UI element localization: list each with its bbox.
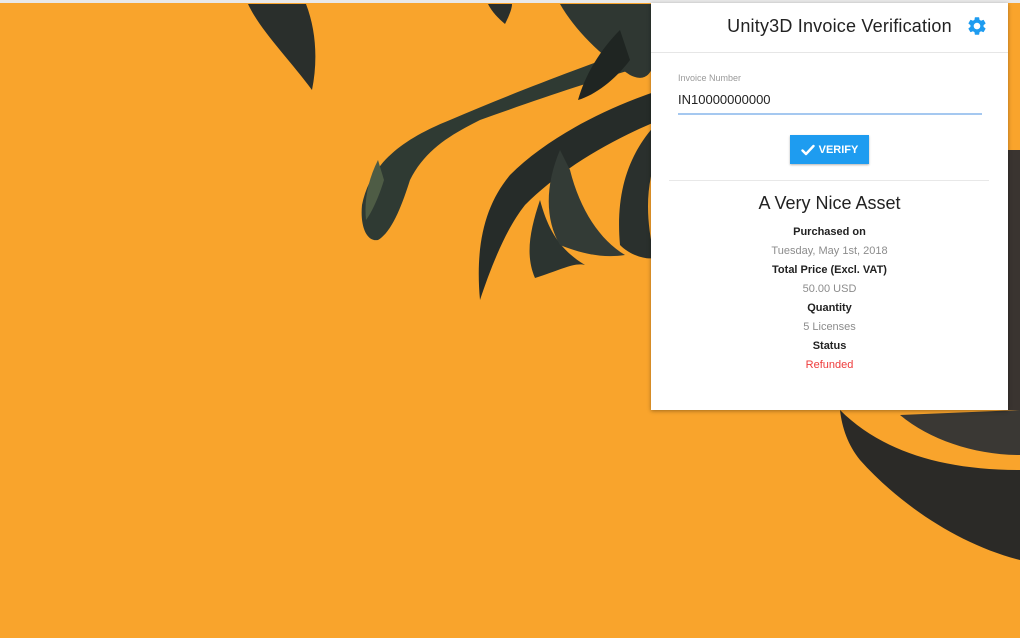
purchased-on-label: Purchased on xyxy=(793,226,866,238)
quantity-value: 5 Licenses xyxy=(803,321,856,333)
extension-popup: Unity3D Invoice Verification Invoice Num… xyxy=(651,3,1008,410)
invoice-number-input[interactable] xyxy=(678,87,982,115)
total-price-label: Total Price (Excl. VAT) xyxy=(772,264,887,276)
status-value: Refunded xyxy=(805,359,854,371)
check-icon xyxy=(800,144,815,155)
gear-icon xyxy=(968,17,986,35)
verification-result: A Very Nice Asset Purchased on Tuesday, … xyxy=(651,193,1008,375)
quantity-label: Quantity xyxy=(807,302,852,314)
verify-button-label: VERIFY xyxy=(818,143,859,156)
total-price-value: 50.00 USD xyxy=(802,283,857,295)
popup-header: Unity3D Invoice Verification xyxy=(651,3,1008,53)
asset-name: A Very Nice Asset xyxy=(758,193,901,213)
invoice-number-label: Invoice Number xyxy=(678,73,742,83)
settings-button[interactable] xyxy=(966,15,988,37)
status-label: Status xyxy=(812,340,847,352)
divider xyxy=(669,180,989,181)
verify-button[interactable]: VERIFY xyxy=(790,135,869,164)
purchased-on-value: Tuesday, May 1st, 2018 xyxy=(771,245,888,257)
invoice-number-field: Invoice Number xyxy=(678,73,982,115)
browser-page: Unity3D Invoice Verification Invoice Num… xyxy=(0,0,1020,638)
popup-title: Unity3D Invoice Verification xyxy=(727,16,952,36)
